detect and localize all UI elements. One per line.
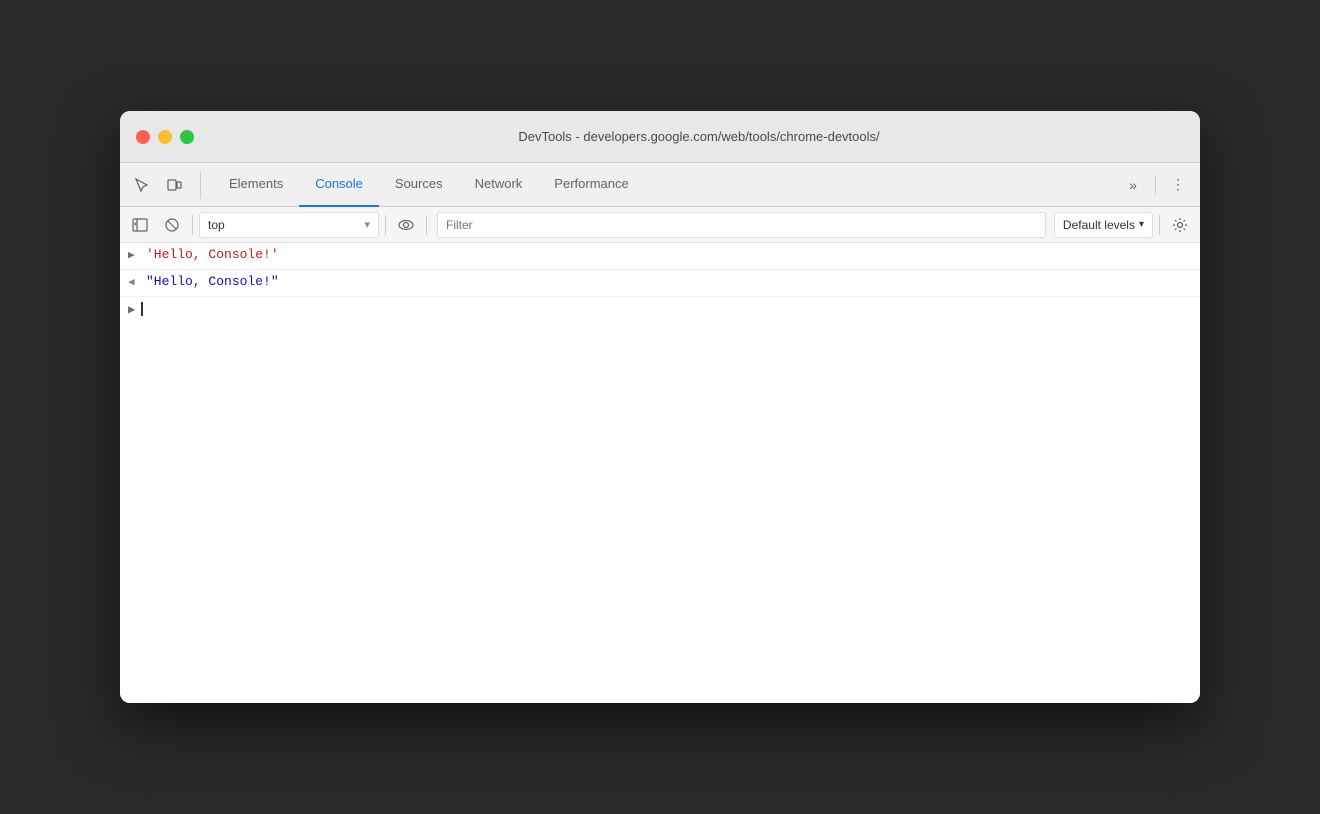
devtools-window: DevTools - developers.google.com/web/too… [120,111,1200,703]
console-log-text: 'Hello, Console!' [146,247,279,262]
toolbar-divider-4 [1159,215,1160,235]
console-input-line[interactable]: ▶ [120,297,1200,321]
tab-sources[interactable]: Sources [379,163,459,207]
toolbar-divider-2 [385,215,386,235]
tab-network[interactable]: Network [459,163,539,207]
tab-elements[interactable]: Elements [213,163,299,207]
traffic-lights [136,130,194,144]
window-title: DevTools - developers.google.com/web/too… [214,129,1184,144]
console-prompt-icon: ▶ [128,302,135,317]
default-levels-arrow-icon: ▾ [1139,219,1144,230]
console-cursor [141,302,143,316]
console-entry-log: ▶ 'Hello, Console!' [120,243,1200,270]
tabs-right-actions: » ⋮ [1119,171,1192,199]
expand-arrow-icon[interactable]: ▶ [128,247,140,265]
close-button[interactable] [136,130,150,144]
filter-input[interactable] [437,212,1046,238]
console-result-text: "Hello, Console!" [146,274,279,289]
devtools-toolbar-icons [128,171,201,199]
toolbar-divider-3 [426,215,427,235]
default-levels-button[interactable]: Default levels ▾ [1054,212,1153,238]
minimize-button[interactable] [158,130,172,144]
context-dropdown-icon: ▾ [364,218,370,231]
console-entry-result: ◀ "Hello, Console!" [120,270,1200,297]
tabs-divider [1155,175,1156,195]
toolbar-divider-1 [192,215,193,235]
settings-button[interactable] [1166,211,1194,239]
more-tabs-icon[interactable]: » [1119,171,1147,199]
tab-console[interactable]: Console [299,163,379,207]
maximize-button[interactable] [180,130,194,144]
eye-button[interactable] [392,211,420,239]
console-toolbar: top ▾ Default levels ▾ [120,207,1200,243]
inspect-icon[interactable] [128,171,156,199]
tab-performance[interactable]: Performance [538,163,644,207]
clear-console-button[interactable] [158,211,186,239]
context-selector[interactable]: top ▾ [199,212,379,238]
tabs-bar: Elements Console Sources Network Perform… [120,163,1200,207]
console-area: ▶ 'Hello, Console!' ◀ "Hello, Console!" … [120,243,1200,703]
result-arrow-icon: ◀ [128,274,140,292]
device-toggle-icon[interactable] [160,171,188,199]
show-sidebar-button[interactable] [126,211,154,239]
title-bar: DevTools - developers.google.com/web/too… [120,111,1200,163]
more-options-icon[interactable]: ⋮ [1164,171,1192,199]
